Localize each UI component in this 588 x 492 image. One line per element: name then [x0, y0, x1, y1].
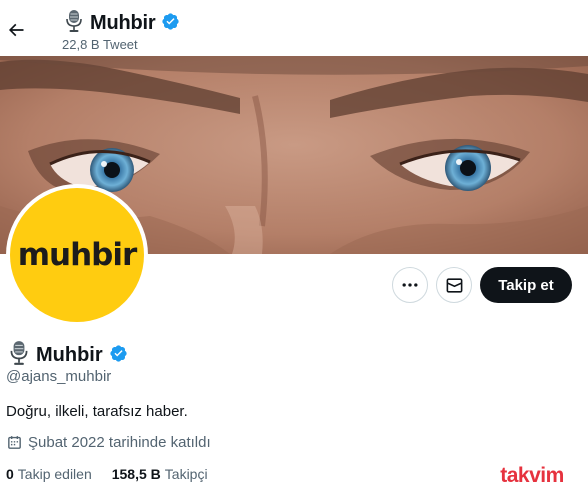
- profile-handle: @ajans_muhbir: [6, 368, 112, 385]
- followers-count: 158,5 B: [111, 466, 161, 482]
- followers-label: Takipçi: [164, 466, 208, 482]
- more-icon: [402, 283, 418, 287]
- calendar-icon: [8, 436, 21, 449]
- follow-stats: 0 Takip edilen 158,5 B Takipçi: [6, 466, 228, 482]
- join-date: Şubat 2022 tarihinde katıldı: [6, 434, 211, 451]
- header-display-name: Muhbir: [90, 12, 156, 34]
- profile-name-row: Muhbir: [8, 340, 128, 371]
- avatar-logo-text: muhbir: [17, 237, 138, 273]
- watermark-logo: takvim: [482, 462, 582, 490]
- message-button[interactable]: [436, 267, 472, 303]
- mail-icon: [446, 277, 462, 293]
- verified-badge-icon[interactable]: [109, 344, 128, 368]
- tweet-count: 22,8 B Tweet: [62, 37, 138, 52]
- back-button[interactable]: [4, 12, 28, 48]
- microphone-icon: [8, 340, 30, 371]
- avatar-logo-circle: muhbir: [10, 188, 144, 322]
- followers-link[interactable]: 158,5 B Takipçi: [112, 466, 208, 482]
- verified-badge-icon: [161, 12, 180, 36]
- watermark-text: takvim: [500, 464, 564, 487]
- profile-display-name: Muhbir: [36, 344, 103, 366]
- following-link[interactable]: 0 Takip edilen: [6, 466, 92, 482]
- following-count: 0: [6, 466, 14, 482]
- profile-header-bar: Muhbir 22,8 B Tweet: [0, 0, 588, 56]
- header-title-group: Muhbir: [64, 9, 180, 38]
- follow-button[interactable]: Takip et: [480, 267, 572, 303]
- microphone-icon: [64, 9, 84, 38]
- profile-avatar[interactable]: muhbir: [6, 184, 148, 326]
- more-button[interactable]: [392, 267, 428, 303]
- profile-bio: Doğru, ilkeli, tarafsız haber.: [6, 403, 188, 420]
- join-date-text: Şubat 2022 tarihinde katıldı: [28, 434, 211, 451]
- following-label: Takip edilen: [17, 466, 92, 482]
- back-arrow-icon: [8, 23, 24, 37]
